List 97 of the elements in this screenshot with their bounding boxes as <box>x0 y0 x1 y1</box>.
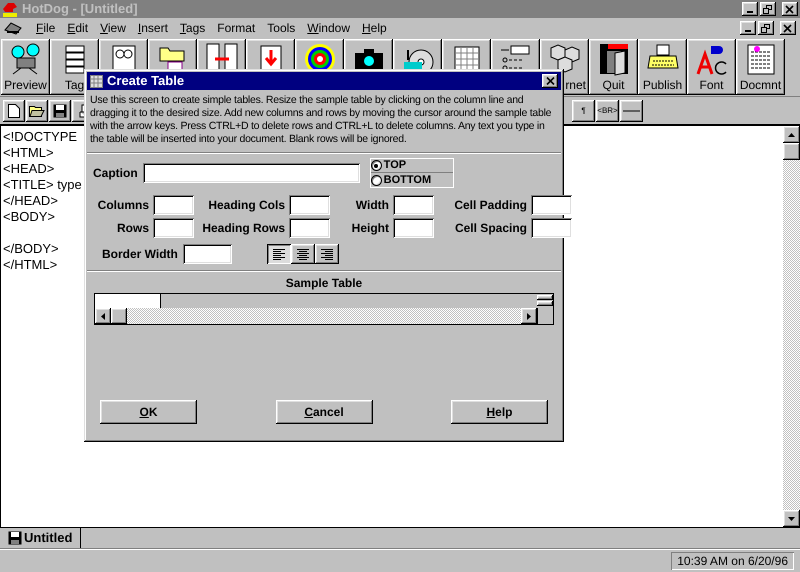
field-label: Rows <box>116 220 150 237</box>
toolbar-button[interactable]: <BR> <box>596 100 619 122</box>
align-button[interactable] <box>290 244 315 264</box>
align-button[interactable] <box>314 244 339 264</box>
scrollbar-thumb[interactable] <box>111 308 127 324</box>
code-line: <BODY> <box>3 209 56 225</box>
toolbar-button[interactable]: Quit <box>589 39 638 95</box>
row-split-button[interactable] <box>537 295 553 300</box>
restore-button[interactable] <box>758 21 774 35</box>
sample-table[interactable] <box>94 293 554 325</box>
code-line: </HTML> <box>3 257 58 273</box>
code-line: <HEAD> <box>3 161 54 177</box>
vertical-scrollbar[interactable] <box>783 126 800 527</box>
new-page-icon <box>8 104 20 118</box>
field-label: Width <box>354 197 390 214</box>
number-field[interactable] <box>289 218 330 238</box>
document-menu-icon[interactable] <box>4 21 22 35</box>
close-button[interactable] <box>542 74 558 88</box>
field-label: Columns <box>96 197 150 214</box>
minimize-icon <box>745 30 751 32</box>
dog-logo-icon <box>2 1 18 17</box>
align-center-icon <box>296 248 309 260</box>
number-field[interactable] <box>393 218 434 238</box>
field-label: Heading Cols <box>207 197 286 214</box>
align-button[interactable] <box>266 244 291 264</box>
dialog-button[interactable]: OK <box>100 400 197 424</box>
number-field[interactable] <box>531 195 572 215</box>
border-width-label: Border Width <box>102 246 178 263</box>
toolbar-button[interactable]: ¶ <box>572 100 595 122</box>
window-title: HotDog - [Untitled] <box>22 0 139 18</box>
dialog-title: Create Table <box>107 72 186 90</box>
caption-position-radio[interactable]: TOP <box>370 159 453 173</box>
number-field[interactable] <box>153 218 194 238</box>
number-field[interactable] <box>289 195 330 215</box>
table-icon <box>90 74 103 88</box>
toolbar-button[interactable] <box>49 100 71 122</box>
number-field[interactable] <box>531 218 572 238</box>
instructions-text: Use this screen to create simple tables. Resize the sample table by clicking on the column line and dragging it to the desired size. Add new columns and rows by moving the cursor around the sample table with the arrow keys. Press CTRL+D to delete rows and CTRL+L to delete columns. Any text you type in the table will be inserted into your document. Blank rows will be ignored. <box>89 93 552 147</box>
close-icon <box>785 4 795 14</box>
close-icon <box>783 24 793 32</box>
menu-item[interactable]: File <box>30 19 62 37</box>
toolbar-button[interactable] <box>26 100 48 122</box>
caption-label: Caption <box>93 165 138 182</box>
menu-item[interactable]: Insert <box>132 19 174 37</box>
restore-button[interactable] <box>760 2 776 16</box>
table-cell[interactable] <box>95 294 161 308</box>
toolbar-button[interactable] <box>620 100 643 122</box>
minimize-icon <box>747 10 753 12</box>
menu-item[interactable]: Help <box>356 19 393 37</box>
scrollbar-thumb[interactable] <box>783 143 800 160</box>
arrow-left-icon <box>101 312 105 320</box>
arrow-up-icon <box>788 132 795 136</box>
restore-icon <box>763 4 773 14</box>
minimize-button[interactable] <box>742 2 758 16</box>
toolbar-button[interactable]: Font <box>687 39 736 95</box>
code-line: <TITLE> type <box>3 177 82 193</box>
code-line: <!DOCTYPE <box>3 129 78 145</box>
align-left-icon <box>272 248 285 260</box>
field-label: Height <box>350 220 390 237</box>
caption-field[interactable] <box>142 163 360 183</box>
toolbar-button[interactable]: Preview <box>1 39 50 95</box>
status-time: 10:39 AM on 6/20/96 <box>671 552 794 570</box>
close-icon <box>546 77 554 85</box>
open-folder-icon <box>29 104 45 117</box>
close-button[interactable] <box>782 2 798 16</box>
arrow-down-icon <box>788 516 795 520</box>
menu-item[interactable]: Tools <box>261 19 302 37</box>
menu-item[interactable]: Window <box>301 19 356 37</box>
sample-table-label: Sample Table <box>286 275 362 292</box>
field-label: Cell Padding <box>453 197 528 214</box>
field-label: Heading Rows <box>201 220 286 237</box>
caption-position-radio[interactable]: BOTTOM <box>370 173 453 187</box>
toolbar-button[interactable] <box>3 100 25 122</box>
toolbar-button[interactable]: Publish <box>638 39 687 95</box>
align-right-icon <box>320 248 333 260</box>
menu-item[interactable]: Format <box>211 19 262 37</box>
toolbar-button[interactable]: Docmnt <box>736 39 785 95</box>
minimize-button[interactable] <box>740 21 756 35</box>
horizontal-rule-icon <box>623 110 640 112</box>
row-split-button[interactable] <box>537 301 553 306</box>
close-button[interactable] <box>780 21 796 35</box>
border-width-field[interactable] <box>182 244 232 264</box>
code-line: <HTML> <box>3 145 54 161</box>
number-field[interactable] <box>153 195 194 215</box>
dialog-button[interactable]: Help <box>451 400 548 424</box>
code-line: </HEAD> <box>3 193 58 209</box>
number-field[interactable] <box>393 195 434 215</box>
restore-icon <box>761 24 771 32</box>
menu-item[interactable]: Edit <box>61 19 94 37</box>
horizontal-scrollbar[interactable] <box>95 308 537 324</box>
menu-item[interactable]: Tags <box>174 19 212 37</box>
field-label: Cell Spacing <box>454 220 528 237</box>
arrow-right-icon <box>527 312 531 320</box>
code-line: </BODY> <box>3 241 59 257</box>
menu-item[interactable]: View <box>94 19 132 37</box>
projector-icon <box>8 42 42 76</box>
dialog-button[interactable]: Cancel <box>276 400 372 424</box>
